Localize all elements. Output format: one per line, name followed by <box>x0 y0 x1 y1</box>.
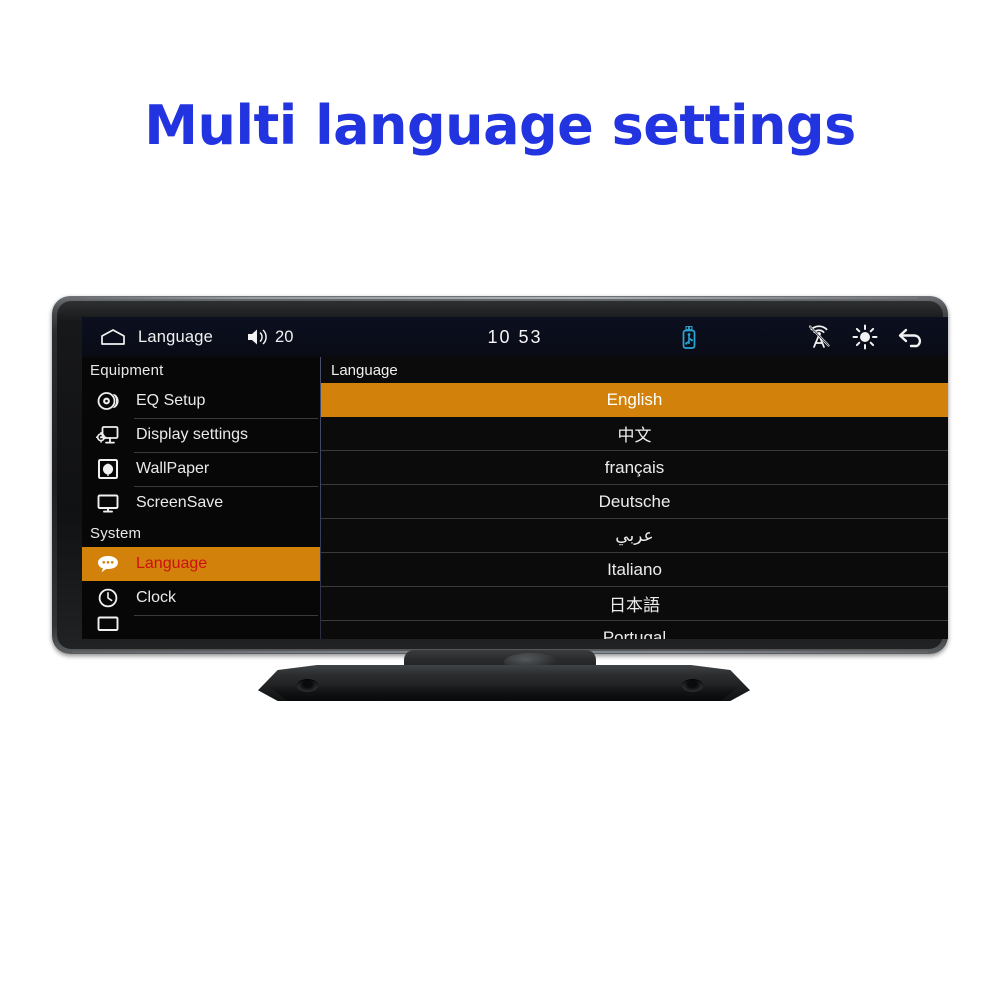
language-option-chinese[interactable]: 中文 <box>321 417 948 451</box>
sidebar-item-label: Language <box>136 555 208 572</box>
volume-icon <box>247 328 269 346</box>
bezel-bottom-highlight <box>72 651 928 653</box>
language-option-label: عربي <box>615 525 654 546</box>
picture-frame-icon <box>82 458 134 480</box>
language-option-label: 日本語 <box>609 596 660 616</box>
language-option-arabic[interactable]: عربي <box>321 519 948 553</box>
status-bar-title: Language <box>138 327 214 346</box>
settings-sidebar: Equipment EQ Setup Display settings Wall… <box>82 357 320 639</box>
language-option-english[interactable]: English <box>321 383 948 417</box>
language-option-label: français <box>604 457 665 477</box>
stand-screw-hole-left <box>297 679 318 692</box>
sidebar-item-screensave[interactable]: ScreenSave <box>82 486 320 520</box>
sidebar-item-label: Display settings <box>134 418 318 453</box>
monitor-icon <box>82 492 134 514</box>
stand-hub <box>404 650 596 678</box>
sidebar-group-equipment: Equipment <box>90 362 164 379</box>
language-option-label: Italiano <box>607 559 662 579</box>
sidebar-group-system: System <box>90 525 142 542</box>
sidebar-item-label: WallPaper <box>134 452 318 487</box>
wireless-off-icon[interactable] <box>796 325 842 349</box>
stand-base-shadow <box>267 686 741 701</box>
status-bar: Language 20 10 53 <box>82 317 948 357</box>
language-option-italian[interactable]: Italiano <box>321 553 948 587</box>
bezel-top-highlight <box>82 297 918 299</box>
language-option-label: Portugal <box>602 627 667 640</box>
speech-bubble-icon <box>82 554 134 574</box>
back-arrow-icon[interactable] <box>888 325 934 349</box>
sidebar-item-partial[interactable] <box>82 615 320 635</box>
device-monitor: Language 20 10 53 Equipment EQ Setup Dis… <box>52 296 948 654</box>
language-panel: Language English 中文 français Deutsche عر… <box>321 357 948 639</box>
volume-indicator[interactable]: 20 <box>247 328 293 347</box>
volume-value: 20 <box>275 327 294 346</box>
stand-base-plate <box>258 665 750 701</box>
language-option-label: English <box>606 389 663 409</box>
monitor-gear-icon <box>82 424 134 446</box>
language-option-german[interactable]: Deutsche <box>321 485 948 519</box>
sidebar-item-language[interactable]: Language <box>82 547 320 581</box>
sidebar-item-clock[interactable]: Clock <box>82 581 320 616</box>
status-bar-right-icons <box>666 324 948 350</box>
sidebar-item-label <box>134 615 318 635</box>
monitor-icon <box>82 615 134 635</box>
device-screen: Language 20 10 53 Equipment EQ Setup Dis… <box>82 317 948 639</box>
sidebar-item-eq-setup[interactable]: EQ Setup <box>82 384 320 419</box>
sidebar-item-label: Clock <box>134 581 318 616</box>
page-title: Multi language settings <box>144 94 856 157</box>
eq-speaker-icon <box>82 390 134 412</box>
language-option-label: 中文 <box>617 426 652 446</box>
sidebar-item-display-settings[interactable]: Display settings <box>82 418 320 453</box>
language-option-japanese[interactable]: 日本語 <box>321 587 948 621</box>
home-icon[interactable] <box>100 328 126 346</box>
brightness-icon[interactable] <box>842 324 888 350</box>
sidebar-item-label: EQ Setup <box>134 384 318 419</box>
stand-screw-hole-right <box>682 679 703 692</box>
language-option-label: Deutsche <box>598 491 671 511</box>
language-option-portuguese[interactable]: Portugal <box>321 621 948 639</box>
usb-drive-icon[interactable] <box>666 325 712 349</box>
screen-body: Equipment EQ Setup Display settings Wall… <box>82 357 948 639</box>
sidebar-item-label: ScreenSave <box>136 494 224 511</box>
sidebar-item-wallpaper[interactable]: WallPaper <box>82 452 320 487</box>
clock-icon <box>82 587 134 609</box>
panel-title: Language <box>321 357 948 383</box>
language-option-french[interactable]: français <box>321 451 948 485</box>
